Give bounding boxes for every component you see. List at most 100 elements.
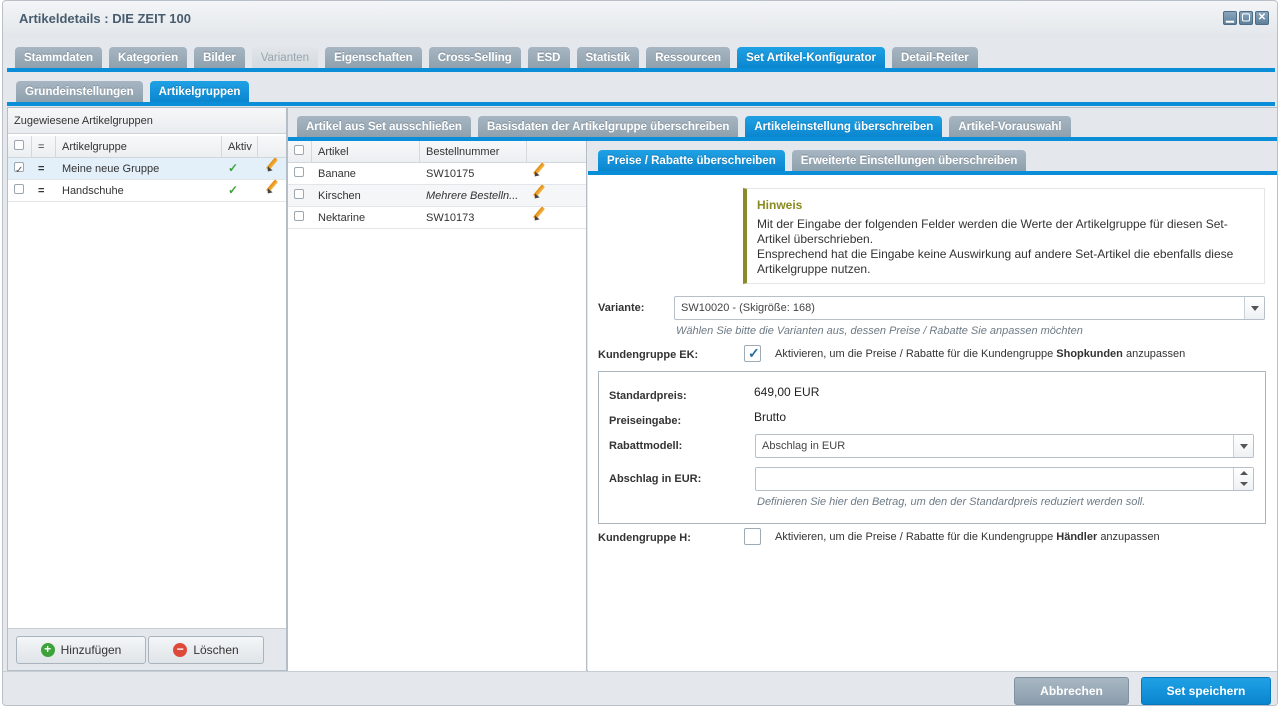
group-tabbar: Artikel aus Set ausschließen Basisdaten … [297,116,1071,138]
table-row[interactable]: Nektarine SW10173 [288,207,586,229]
sort-column-header[interactable]: = [32,135,56,158]
tab-article-preselection[interactable]: Artikel-Vorauswahl [949,116,1071,138]
sub-tabbar: Grundeinstellungen Artikelgruppen [16,81,250,103]
drag-handle[interactable]: = [32,180,56,202]
minus-icon: − [173,643,188,657]
delete-group-button[interactable]: − Löschen [148,636,264,664]
article-name: Kirschen [318,189,361,202]
table-row[interactable]: = Handschuhe ✓ [8,180,286,202]
discount-input[interactable] [755,467,1254,491]
discount-model-select[interactable]: Abschlag in EUR [755,434,1254,458]
minimize-button[interactable]: ▁ [1223,11,1237,25]
close-button[interactable]: ✕ [1255,11,1269,25]
tab-artikelgruppen[interactable]: Artikelgruppen [149,81,250,103]
table-row[interactable]: = Meine neue Gruppe ✓ [8,158,286,180]
chevron-down-icon[interactable] [1233,435,1253,457]
tab-set-artikel-konfigurator[interactable]: Set Artikel-Konfigurator [737,47,886,69]
discount-model-label: Rabattmodell: [609,440,683,452]
tab-override-basedata[interactable]: Basisdaten der Artikelgruppe überschreib… [477,116,739,138]
row-checkbox[interactable] [294,210,304,221]
tab-detail-reiter[interactable]: Detail-Reiter [892,47,978,69]
tab-stammdaten[interactable]: Stammdaten [15,47,103,69]
add-group-button[interactable]: + Hinzufügen [16,636,146,664]
h-text-post: anzupassen [1100,531,1160,543]
edit-pencil-icon[interactable] [527,206,567,230]
tab-grundeinstellungen[interactable]: Grundeinstellungen [16,81,143,103]
tab-cross-selling[interactable]: Cross-Selling [428,47,521,69]
tab-prices-discounts[interactable]: Preise / Rabatte überschreiben [598,150,785,172]
table-row[interactable]: Kirschen Mehrere Bestelln... [288,185,586,207]
group-name: Handschuhe [62,184,124,197]
column-actions [527,141,585,163]
edit-pencil-icon[interactable] [258,179,286,203]
price-input-label: Preiseingabe: [609,415,682,427]
edit-pencil-icon[interactable] [527,184,567,208]
select-all-checkbox-cell[interactable] [8,135,32,158]
delete-label: Löschen [193,643,239,657]
h-group: Händler [1056,531,1098,543]
cancel-button[interactable]: Abbrechen [1014,677,1129,705]
group-detail-panel: Artikel aus Set ausschließen Basisdaten … [287,107,1277,671]
ek-text-pre: Aktivieren, um die Preise / Rabatte für … [775,348,1054,360]
tab-kategorien[interactable]: Kategorien [109,47,188,69]
select-all-cell[interactable] [288,140,312,163]
edit-pencil-icon[interactable] [527,162,567,186]
plus-icon: + [40,643,55,657]
panel-title: Zugewiesene Artikelgruppen [14,115,153,127]
h-checkbox-text: Aktivieren, um die Preise / Rabatte für … [775,531,1160,543]
row-checkbox[interactable] [14,160,24,180]
ek-checkbox[interactable] [744,345,761,362]
tab-ressourcen[interactable]: Ressourcen [646,47,731,69]
tab-extended-settings[interactable]: Erweiterte Einstellungen überschreiben [791,150,1027,172]
row-checkbox[interactable] [294,166,304,177]
row-checkbox-cell[interactable] [8,158,32,180]
row-checkbox[interactable] [14,183,24,194]
column-artikelgruppe[interactable]: Artikelgruppe [56,135,222,158]
notice-text: Mit der Eingabe der folgenden Felder wer… [757,217,1247,277]
spinner-icon[interactable] [1233,468,1253,490]
articles-grid-header: Artikel Bestellnummer [288,140,586,163]
tab-esd[interactable]: ESD [527,47,570,69]
save-set-button[interactable]: Set speichern [1141,677,1271,705]
h-checkbox[interactable] [744,528,761,545]
select-all-checkbox[interactable] [14,139,24,150]
override-area: Preise / Rabatte überschreiben Erweitert… [588,141,1277,671]
article-name: Nektarine [318,211,366,224]
table-row[interactable]: Banane SW10175 [288,163,586,185]
variant-label: Variante: [598,302,645,314]
column-aktiv[interactable]: Aktiv [222,135,258,158]
override-tabbar: Preise / Rabatte überschreiben Erweitert… [598,150,1027,172]
active-check-icon: ✓ [228,183,239,197]
price-input-value: Brutto [754,410,787,424]
std-price-label: Standardpreis: [609,390,687,402]
row-checkbox-cell[interactable] [288,207,312,229]
edit-pencil-icon[interactable] [258,157,286,181]
tab-eigenschaften[interactable]: Eigenschaften [325,47,422,69]
discount-label: Abschlag in EUR: [609,473,702,485]
std-price-value: 649,00 EUR [754,385,820,399]
tab-statistik[interactable]: Statistik [576,47,640,69]
sub-tab-strip [7,102,1275,106]
chevron-down-icon[interactable] [1244,297,1264,319]
drag-handle[interactable]: = [32,158,56,180]
select-all-checkbox[interactable] [294,144,304,155]
main-tab-strip [7,68,1275,72]
tab-override-article-settings[interactable]: Artikeleinstellung überschreiben [745,116,943,138]
row-checkbox[interactable] [294,188,304,199]
title-bar[interactable]: Artikeldetails : DIE ZEIT 100 ▁ ▢ ✕ [3,1,1277,37]
column-bestellnummer[interactable]: Bestellnummer [420,140,527,163]
variant-select[interactable]: SW10020 - (Skigröße: 168) [674,296,1265,320]
add-label: Hinzufügen [60,643,122,657]
ek-checkbox-text: Aktivieren, um die Preise / Rabatte für … [775,348,1185,360]
tab-exclude-articles[interactable]: Artikel aus Set ausschließen [297,116,471,138]
row-checkbox-cell[interactable] [288,163,312,185]
row-checkbox-cell[interactable] [8,180,32,202]
tab-varianten: Varianten [251,47,319,69]
column-artikel[interactable]: Artikel [312,140,420,163]
maximize-button[interactable]: ▢ [1239,11,1253,25]
ek-label: Kundengruppe EK: [598,349,699,361]
article-details-window: Artikeldetails : DIE ZEIT 100 ▁ ▢ ✕ Stam… [2,0,1278,706]
tab-bilder[interactable]: Bilder [194,47,245,69]
row-checkbox-cell[interactable] [288,185,312,207]
active-check-icon: ✓ [228,161,239,175]
